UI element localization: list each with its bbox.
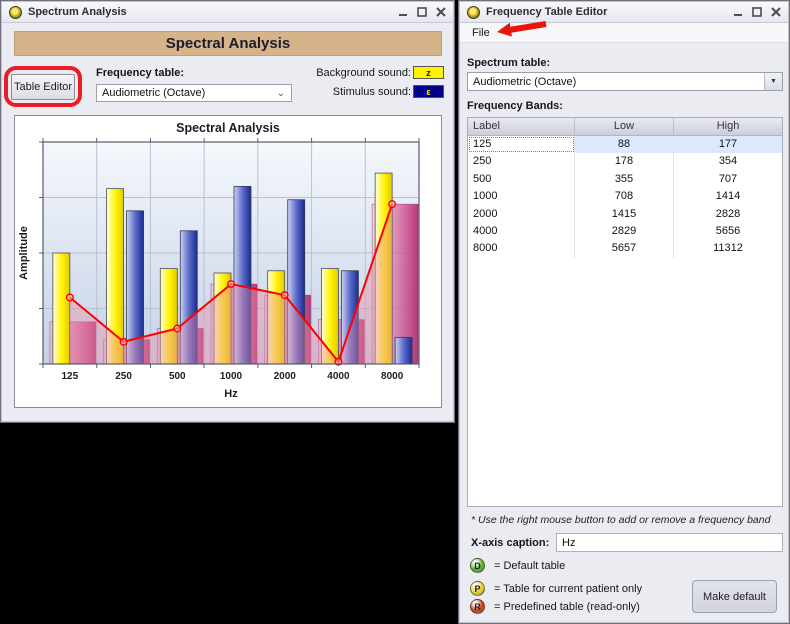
svg-text:125: 125	[62, 371, 79, 382]
minimize-icon[interactable]	[733, 7, 743, 17]
column-header-low[interactable]: Low	[575, 118, 674, 135]
cell-low[interactable]: 178	[575, 153, 674, 171]
x-axis-caption-label: X-axis caption:	[471, 537, 550, 549]
app-icon	[9, 5, 22, 19]
legend-item: D = Default table	[470, 558, 565, 573]
legend-text: = Table for current patient only	[494, 582, 643, 595]
table-row[interactable]: 2000 1415 2828	[468, 205, 782, 223]
stimulus-sound-label: Stimulus sound:	[332, 86, 411, 98]
desktop: Spectrum Analysis Spectral Analysis Tabl…	[0, 0, 790, 624]
right-window-title: Frequency Table Editor	[486, 6, 608, 18]
cell-low[interactable]: 88	[575, 136, 674, 154]
table-row[interactable]: 4000 2829 5656	[468, 222, 782, 241]
cell-high[interactable]: 2828	[674, 206, 782, 223]
background-sound-label: Background sound:	[316, 67, 411, 79]
cell-low[interactable]: 355	[575, 170, 674, 189]
svg-text:Amplitude: Amplitude	[18, 226, 30, 280]
cell-high[interactable]: 1414	[674, 188, 782, 205]
table-editor-button[interactable]: Table Editor	[11, 74, 75, 100]
left-window-title: Spectrum Analysis	[28, 6, 127, 18]
right-mouse-note: * Use the right mouse button to add or r…	[471, 514, 771, 526]
cell-label[interactable]: 2000	[468, 205, 575, 223]
table-row[interactable]: 125 88 177	[468, 136, 782, 154]
table-type-d-icon: D	[470, 558, 485, 573]
spectral-analysis-chart: 125 250 500 1000 2000 4000 8000 Hz Spectral Anal…	[18, 121, 420, 400]
spectral-analysis-banner: Spectral Analysis	[14, 31, 442, 56]
dropdown-arrow-icon[interactable]: ▼	[764, 73, 782, 90]
svg-text:250: 250	[115, 371, 132, 382]
minimize-icon[interactable]	[398, 7, 408, 17]
svg-text:8000: 8000	[381, 371, 404, 382]
stimulus-sound-swatch: ε	[413, 85, 444, 98]
menu-bar: File	[460, 23, 788, 43]
table-type-r-icon: R	[470, 599, 485, 614]
spectrum-table-combobox[interactable]: Audiometric (Octave) ▼	[467, 72, 783, 91]
legend-text: = Default table	[494, 559, 566, 572]
table-row[interactable]: 250 178 354	[468, 153, 782, 171]
cell-high[interactable]: 177	[674, 136, 782, 153]
x-axis-caption-input[interactable]	[556, 533, 783, 552]
column-header-label[interactable]: Label	[468, 118, 575, 135]
cell-high[interactable]: 5656	[674, 223, 782, 240]
column-header-high[interactable]: High	[674, 118, 782, 135]
legend-text: = Predefined table (read-only)	[494, 600, 640, 613]
spectrum-table-label: Spectrum table:	[467, 57, 551, 69]
background-sound-swatch: z	[413, 66, 444, 79]
frequency-table-label: Frequency table:	[96, 67, 185, 79]
maximize-icon[interactable]	[417, 7, 427, 17]
legend-item: R = Predefined table (read-only)	[470, 599, 640, 614]
frequency-table-editor-window: Frequency Table Editor File Spectrum tab…	[458, 0, 790, 624]
spectrum-analysis-window: Spectrum Analysis Spectral Analysis Tabl…	[0, 0, 455, 423]
table-row[interactable]: 8000 5657 11312	[468, 240, 782, 258]
table-header-row: Label Low High	[468, 118, 782, 136]
cell-high[interactable]: 11312	[674, 240, 782, 257]
frequency-table-value: Audiometric (Octave)	[102, 87, 206, 99]
svg-text:2000: 2000	[274, 371, 297, 382]
left-titlebar[interactable]: Spectrum Analysis	[2, 2, 453, 23]
make-default-button[interactable]: Make default	[692, 580, 777, 613]
cell-high[interactable]: 707	[674, 171, 782, 188]
close-icon[interactable]	[771, 7, 781, 17]
cell-label[interactable]: 250	[468, 153, 575, 171]
svg-text:500: 500	[169, 371, 186, 382]
table-row[interactable]: 500 355 707	[468, 170, 782, 189]
cell-low[interactable]: 2829	[575, 222, 674, 241]
svg-text:1000: 1000	[220, 371, 243, 382]
svg-text:Spectral Analysis: Spectral Analysis	[176, 121, 280, 135]
close-icon[interactable]	[436, 7, 446, 17]
table-row[interactable]: 1000 708 1414	[468, 188, 782, 206]
frequency-bands-table[interactable]: Label Low High 125 88 177 250 178 354 500 355 707 10…	[467, 117, 783, 507]
table-type-p-icon: P	[470, 581, 485, 596]
menu-item-file[interactable]: File	[472, 27, 490, 39]
cell-label[interactable]: 500	[468, 170, 575, 189]
frequency-bands-label: Frequency Bands:	[467, 100, 563, 112]
cell-label[interactable]: 125	[468, 136, 575, 154]
right-titlebar[interactable]: Frequency Table Editor	[460, 2, 788, 23]
legend-item: P = Table for current patient only	[470, 581, 642, 596]
app-icon	[467, 5, 480, 19]
cell-label[interactable]: 1000	[468, 188, 575, 206]
cell-low[interactable]: 5657	[575, 240, 674, 258]
cell-low[interactable]: 1415	[575, 205, 674, 223]
chart-panel: 125 250 500 1000 2000 4000 8000 Hz Spectral Anal…	[14, 115, 442, 408]
cell-label[interactable]: 8000	[468, 240, 575, 258]
svg-text:Hz: Hz	[224, 388, 238, 400]
cell-low[interactable]: 708	[575, 188, 674, 206]
cell-label[interactable]: 4000	[468, 222, 575, 241]
maximize-icon[interactable]	[752, 7, 762, 17]
spectrum-table-value: Audiometric (Octave)	[473, 76, 577, 88]
cell-high[interactable]: 354	[674, 153, 782, 170]
svg-text:4000: 4000	[327, 371, 350, 382]
